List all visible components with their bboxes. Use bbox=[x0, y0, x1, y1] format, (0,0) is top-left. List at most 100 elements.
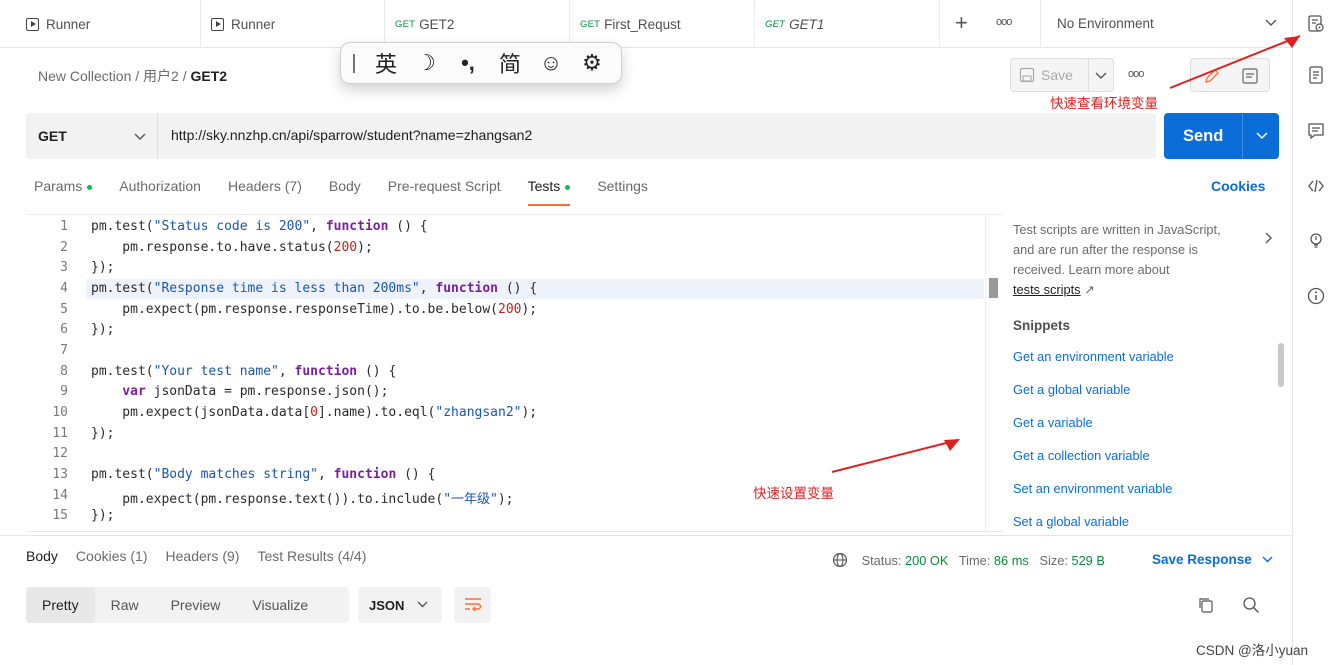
watermark: CSDN @洛小yuan bbox=[1196, 643, 1308, 658]
format-pretty[interactable]: Pretty bbox=[26, 587, 95, 623]
tests-scripts-link[interactable]: tests scripts bbox=[1013, 282, 1081, 297]
chevron-down-icon bbox=[1095, 72, 1107, 79]
response-meta: Status: 200 OK Time: 86 ms Size: 529 B bbox=[832, 552, 1105, 568]
snippets-scrollbar[interactable] bbox=[1278, 343, 1284, 387]
wrap-lines-button[interactable] bbox=[454, 587, 491, 623]
chevron-right-icon[interactable] bbox=[1265, 232, 1273, 244]
code-keyword: function bbox=[435, 281, 499, 296]
snippet-item[interactable]: Get a variable bbox=[1013, 415, 1093, 430]
runner-icon bbox=[26, 17, 39, 31]
tab-get2[interactable]: GET GET2 bbox=[385, 0, 570, 48]
code-token: , bbox=[278, 364, 295, 379]
comments-icon[interactable] bbox=[1307, 122, 1325, 140]
response-tab-test-results[interactable]: Test Results (4/4) bbox=[257, 548, 366, 564]
request-tabs: Params Authorization Headers (7) Body Pr… bbox=[34, 178, 675, 206]
ime-emoji-icon[interactable]: ☺ bbox=[531, 50, 571, 76]
code-number: 200 bbox=[498, 302, 522, 317]
tab-authorization[interactable]: Authorization bbox=[119, 178, 201, 194]
cookies-link[interactable]: Cookies bbox=[1211, 178, 1265, 194]
tab-runner-1[interactable]: Runner bbox=[26, 0, 201, 48]
ime-moon-icon[interactable]: ☽ bbox=[405, 50, 447, 76]
snippet-item[interactable]: Get a global variable bbox=[1013, 382, 1130, 397]
request-more-button[interactable]: ooo bbox=[1128, 68, 1144, 80]
line-number: 12 bbox=[52, 446, 68, 461]
code-string: "一年级" bbox=[443, 492, 498, 507]
lightbulb-icon[interactable] bbox=[1307, 231, 1325, 249]
save-dropdown-button[interactable] bbox=[1088, 58, 1114, 92]
code-icon[interactable] bbox=[1307, 177, 1325, 195]
code-string: "Body matches string" bbox=[153, 467, 318, 482]
test-script-editor[interactable]: 1 2 3 4 5 6 7 8 9 10 11 12 13 14 15 pm.t… bbox=[26, 214, 1002, 532]
chevron-down-icon[interactable] bbox=[1256, 132, 1268, 140]
tab-tests[interactable]: Tests bbox=[527, 178, 571, 206]
code-token: pm.expect(jsonData.data[ bbox=[91, 405, 311, 420]
code-string: "Status code is 200" bbox=[153, 219, 311, 234]
url-input[interactable]: http://sky.nnzhp.cn/api/sparrow/student?… bbox=[171, 127, 532, 143]
method-select[interactable]: GET bbox=[26, 113, 158, 159]
time-label: Time: bbox=[958, 553, 991, 568]
code-token: ); bbox=[357, 240, 373, 255]
tab-headers[interactable]: Headers (7) bbox=[228, 178, 302, 194]
code-line: pm.expect(jsonData.data[0].name).to.eql(… bbox=[91, 405, 537, 420]
method-badge: GET bbox=[765, 18, 786, 30]
editor-scrollbar[interactable] bbox=[985, 214, 1002, 532]
save-response-button[interactable]: Save Response bbox=[1152, 552, 1273, 567]
code-token: ].name).to.eql( bbox=[317, 405, 436, 420]
breadcrumb-separator: / bbox=[135, 68, 140, 84]
response-tab-body[interactable]: Body bbox=[26, 548, 58, 564]
info-icon[interactable] bbox=[1307, 287, 1325, 305]
code-line: pm.expect(pm.response.responseTime).to.b… bbox=[91, 302, 537, 317]
tab-more-button[interactable]: ooo bbox=[996, 16, 1012, 28]
copy-icon[interactable] bbox=[1197, 596, 1215, 614]
snippet-item[interactable]: Set an environment variable bbox=[1013, 481, 1172, 496]
tab-params[interactable]: Params bbox=[34, 178, 93, 194]
tab-get1[interactable]: GET GET1 bbox=[755, 0, 940, 48]
code-token: pm.test( bbox=[91, 364, 154, 379]
save-button[interactable]: Save bbox=[1010, 58, 1090, 92]
format-preview[interactable]: Preview bbox=[155, 597, 237, 613]
status-value[interactable]: 200 OK bbox=[905, 553, 948, 568]
tab-first-requst[interactable]: GET First_Requst bbox=[570, 0, 755, 48]
annotation-env-view: 快速查看环境变量 bbox=[1050, 96, 1158, 111]
right-sidebar bbox=[1292, 0, 1336, 665]
scroll-thumb[interactable] bbox=[989, 278, 998, 298]
format-raw[interactable]: Raw bbox=[95, 597, 155, 613]
code-line: pm.test("Your test name", function () { bbox=[91, 364, 396, 379]
response-tab-headers[interactable]: Headers (9) bbox=[166, 548, 240, 564]
add-tab-button[interactable]: + bbox=[955, 10, 968, 36]
size-value[interactable]: 529 B bbox=[1071, 553, 1104, 568]
code-token: ); bbox=[521, 405, 538, 420]
breadcrumb-request[interactable]: GET2 bbox=[191, 68, 228, 84]
time-value[interactable]: 86 ms bbox=[994, 553, 1029, 568]
snippet-item[interactable]: Get an environment variable bbox=[1013, 349, 1174, 364]
tab-pre-request-script[interactable]: Pre-request Script bbox=[388, 178, 501, 194]
snippet-item[interactable]: Get a collection variable bbox=[1013, 448, 1150, 463]
tab-settings[interactable]: Settings bbox=[597, 178, 648, 194]
ime-settings-icon[interactable]: ⚙ bbox=[571, 50, 613, 76]
breadcrumb-separator: / bbox=[182, 68, 187, 84]
status-dot bbox=[87, 184, 93, 190]
method-label: GET bbox=[38, 128, 67, 144]
ime-simplified-toggle[interactable]: 简 bbox=[489, 47, 531, 79]
save-icon bbox=[1019, 67, 1035, 83]
line-number: 14 bbox=[52, 488, 68, 503]
breadcrumb-collection[interactable]: New Collection bbox=[38, 68, 131, 84]
line-number: 5 bbox=[60, 302, 68, 317]
tab-runner-2[interactable]: Runner bbox=[201, 0, 385, 48]
snippet-item[interactable]: Set a global variable bbox=[1013, 514, 1129, 529]
response-tab-cookies[interactable]: Cookies (1) bbox=[76, 548, 148, 564]
globe-icon[interactable] bbox=[832, 552, 848, 568]
json-format-select[interactable]: JSON bbox=[358, 587, 442, 623]
format-visualize[interactable]: Visualize bbox=[236, 597, 324, 613]
ime-language-toggle[interactable]: 英 bbox=[367, 47, 405, 79]
send-button[interactable]: Send bbox=[1164, 113, 1279, 159]
tab-body[interactable]: Body bbox=[329, 178, 361, 194]
code-line: }); bbox=[91, 260, 115, 275]
code-token: pm.response.to.have.status( bbox=[91, 240, 334, 255]
breadcrumb-folder[interactable]: 用户2 bbox=[143, 68, 179, 84]
ime-punctuation-icon[interactable]: •, bbox=[447, 50, 489, 76]
code-token: ); bbox=[521, 302, 538, 317]
search-icon[interactable] bbox=[1242, 596, 1260, 614]
annotation-set-variable: 快速设置变量 bbox=[753, 486, 834, 501]
code-string: "zhangsan2" bbox=[435, 405, 522, 420]
